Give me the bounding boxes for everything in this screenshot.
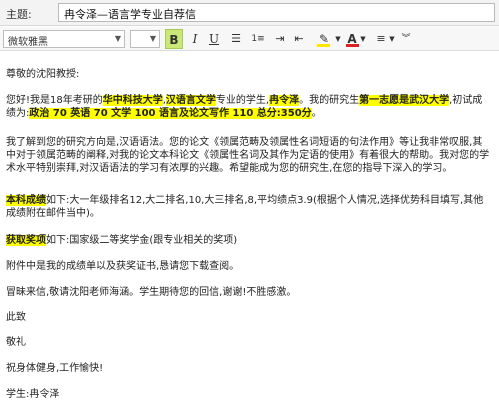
numbered-list-icon[interactable]: 1≡: [249, 29, 267, 49]
paragraph-grades: 本科成绩如下:大一年级排名12,大二排名,10,大三排名,8,平均绩点3.9(根…: [6, 194, 490, 220]
font-size-select[interactable]: ▼: [130, 30, 160, 48]
awards-text: 如下:国家级二等奖学金(跟专业相关的奖项): [46, 235, 238, 246]
font-family-select[interactable]: 微软雅黑 ▼: [3, 30, 125, 48]
greeting: 尊敬的沈阳教授:: [6, 69, 80, 80]
highlight-major: 汉语言文学: [165, 95, 216, 106]
subject-input[interactable]: 冉令泽—语言学专业自荐信: [58, 3, 495, 22]
chevron-down-icon: ▼: [114, 34, 121, 43]
chevron-down-icon[interactable]: ▼: [388, 29, 396, 49]
paragraph-intro: 您好!我是18年考研的华中科技大学,汉语言文学专业的学生,冉令泽。我的研究生第一…: [6, 94, 490, 120]
highlight-grades: 本科成绩: [6, 195, 46, 206]
signature: 学生:冉令泽: [6, 389, 60, 400]
subject-row: 主题: 冉令泽—语言学专业自荐信: [0, 0, 499, 26]
paragraph-thanks: 冒昧来信,敬请沈阳老师海涵。学生期待您的回信,谢谢!不胜感激。: [6, 287, 297, 298]
indent-icon[interactable]: ⇥: [272, 29, 288, 49]
closing-line-2: 敬礼: [6, 337, 26, 348]
chevron-double-down-icon[interactable]: ︾: [400, 29, 412, 49]
chevron-down-icon[interactable]: ▼: [359, 29, 367, 49]
paragraph-attachment: 附件中是我的成绩单以及获奖证书,恳请您下载查阅。: [6, 261, 240, 272]
intro-text-4: 。我的研究生: [299, 95, 360, 106]
outdent-icon[interactable]: ⇤: [291, 29, 307, 49]
bullet-list-icon[interactable]: ☰: [227, 29, 245, 49]
intro-text-3: 专业的学生,: [215, 95, 270, 106]
highlight-color-swatch: [317, 44, 330, 47]
closing-line-1: 此致: [6, 312, 26, 323]
chevron-down-icon[interactable]: ▼: [334, 29, 342, 49]
highlight-university: 华中科技大学: [102, 95, 163, 106]
grades-text: 如下:大一年级排名12,大二排名,10,大三排名,8,平均绩点3.9(根据个人情…: [6, 195, 484, 219]
highlight-awards: 获取奖项: [6, 235, 46, 246]
formatting-toolbar: 微软雅黑 ▼ ▼ B I U ☰ 1≡ ⇥ ⇤ ✎ ▼ A ▼ ≡ ▼ ︾: [0, 27, 499, 51]
message-body[interactable]: 尊敬的沈阳教授: 您好!我是18年考研的华中科技大学,汉语言文学专业的学生,冉令…: [0, 52, 499, 407]
subject-label: 主题:: [6, 8, 32, 21]
underline-button[interactable]: U: [206, 29, 222, 49]
wish-line: 祝身体健身,工作愉快!: [6, 363, 104, 374]
align-icon[interactable]: ≡: [373, 29, 389, 49]
bold-button[interactable]: B: [165, 29, 183, 49]
font-color-swatch: [346, 44, 359, 47]
paragraph-research: 我了解到您的研究方向是,汉语语法。您的论文《领属范畴及领属性名词短语的句法作用》…: [6, 137, 490, 174]
highlight-first-choice: 第一志愿是武汉大学: [359, 95, 450, 106]
intro-text-1: 您好!我是18年考研的: [6, 95, 103, 106]
highlight-name: 冉令泽: [269, 95, 300, 106]
italic-button[interactable]: I: [187, 29, 203, 49]
font-family-value: 微软雅黑: [8, 37, 48, 48]
intro-text-6: 。: [311, 108, 322, 119]
chevron-down-icon: ▼: [149, 34, 156, 43]
highlight-scores: 政治 70 英语 70 文学 100 语言及论文写作 110 总分:350分: [29, 108, 312, 119]
paragraph-awards: 获取奖项如下:国家级二等奖学金(跟专业相关的奖项): [6, 234, 490, 247]
